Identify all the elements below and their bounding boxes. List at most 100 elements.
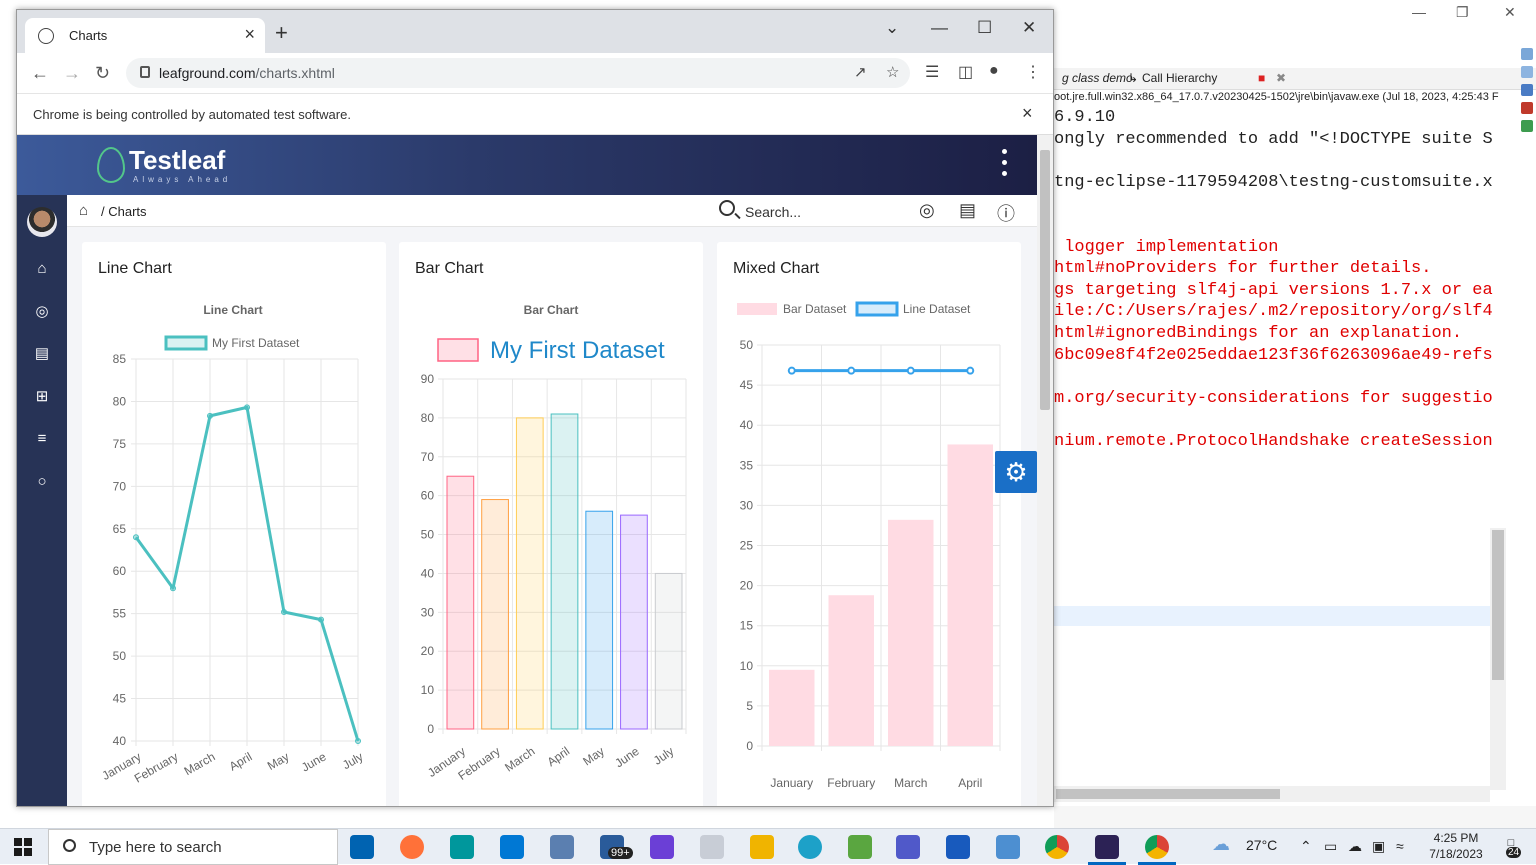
- terminate-icon[interactable]: ■: [1258, 71, 1265, 85]
- notification-center-icon[interactable]: □ 24: [1500, 837, 1522, 858]
- circle-nav-icon[interactable]: ○: [32, 472, 52, 492]
- firefox-icon[interactable]: [400, 835, 424, 859]
- show-hidden-icons[interactable]: ⌃: [1300, 838, 1312, 855]
- reload-button[interactable]: ↻: [95, 63, 110, 84]
- display-icon[interactable]: ▣: [1372, 838, 1385, 855]
- console-line: html#noProviders for further details.: [1054, 259, 1432, 279]
- battery-icon[interactable]: ▭: [1324, 838, 1337, 855]
- laptop-icon[interactable]: [550, 835, 574, 859]
- hierarchy-icon[interactable]: [1521, 120, 1533, 132]
- language-globe-icon[interactable]: ◎: [919, 200, 935, 221]
- teams-icon[interactable]: [896, 835, 920, 859]
- ide-tab-class-demo[interactable]: g class demo: [1062, 71, 1133, 85]
- store-icon[interactable]: [350, 835, 374, 859]
- kebab-menu-icon[interactable]: [1002, 149, 1008, 182]
- document-icon[interactable]: [700, 835, 724, 859]
- breadcrumb-home-icon[interactable]: ⌂: [79, 202, 88, 219]
- legend-label: My First Dataset: [212, 336, 300, 350]
- junit-icon[interactable]: [1521, 102, 1533, 114]
- maximize-button[interactable]: ☐: [977, 18, 992, 38]
- search-icon[interactable]: [719, 200, 735, 216]
- logo-tagline: Always Ahead: [133, 175, 232, 184]
- tab-search-chevron-icon[interactable]: ⌄: [885, 18, 899, 38]
- globe-nav-icon[interactable]: ◎: [32, 302, 52, 322]
- legend-swatch: [437, 338, 479, 362]
- app2-icon[interactable]: [650, 835, 674, 859]
- avatar[interactable]: [27, 207, 57, 237]
- ide-horizontal-scrollbar[interactable]: [1054, 786, 1490, 802]
- search-input[interactable]: [745, 201, 895, 223]
- settings-gear-icon[interactable]: ⚙: [995, 451, 1037, 493]
- share-icon[interactable]: ↗: [854, 63, 867, 81]
- y-tick-label: 20: [740, 579, 754, 593]
- scrollbar-thumb[interactable]: [1040, 150, 1050, 410]
- ide-minimize-button[interactable]: —: [1412, 4, 1426, 20]
- y-tick-label: 50: [113, 649, 127, 663]
- page-scrollbar[interactable]: [1037, 135, 1053, 806]
- app-icon[interactable]: [500, 835, 524, 859]
- chrome-window: Charts × + ⌄ — ☐ ✕ ← → ↻ leafground.com/…: [16, 9, 1054, 807]
- console-line: 6.9.10: [1054, 108, 1116, 127]
- app4-icon[interactable]: [996, 835, 1020, 859]
- new-tab-button[interactable]: +: [275, 20, 288, 46]
- omnibox[interactable]: leafground.com/charts.xhtml ↗ ☆: [126, 58, 910, 88]
- breadcrumb: ⌂ / Charts ◎ ▤ ⓘ: [67, 195, 1037, 227]
- x-tick-label: May: [265, 749, 292, 772]
- bookmark-star-icon[interactable]: ☆: [886, 63, 899, 81]
- word-icon[interactable]: [946, 835, 970, 859]
- console-icon[interactable]: [1521, 84, 1533, 96]
- selected-row: [1054, 606, 1490, 626]
- ide-restore-button[interactable]: ❐: [1456, 4, 1469, 21]
- help-icon[interactable]: ⓘ: [997, 200, 1015, 226]
- tasks-icon[interactable]: [1521, 66, 1533, 78]
- app3-icon[interactable]: [848, 835, 872, 859]
- chrome-icon[interactable]: [1045, 835, 1069, 859]
- tab-charts[interactable]: Charts ×: [25, 18, 265, 53]
- edge-icon[interactable]: [798, 835, 822, 859]
- minimize-button[interactable]: —: [931, 18, 948, 38]
- forward-button[interactable]: →: [63, 63, 81, 84]
- grid-nav-icon[interactable]: ⊞: [32, 387, 52, 407]
- profile-icon[interactable]: ●: [989, 62, 999, 80]
- ide-close-button[interactable]: ✕: [1504, 4, 1516, 21]
- call-hierarchy-icon[interactable]: ↳: [1128, 71, 1138, 85]
- side-panel-icon[interactable]: ◫: [958, 62, 973, 82]
- console-line: tng-eclipse-1179594208\testng-customsuit…: [1054, 172, 1493, 192]
- menu-lines-icon[interactable]: ≡: [32, 429, 52, 449]
- list-nav-icon[interactable]: ▤: [32, 344, 52, 364]
- wifi-icon[interactable]: ≈: [1396, 838, 1404, 854]
- tab-title: Charts: [69, 28, 108, 43]
- url-text: leafground.com/charts.xhtml: [159, 65, 335, 81]
- weather-cloud-icon[interactable]: ☁: [1212, 834, 1230, 855]
- home-icon[interactable]: ⌂: [32, 259, 52, 279]
- y-tick-label: 20: [421, 644, 435, 658]
- mixed-chart: Bar Dataset Line Dataset 0 5 10 15 20 25 30 35 40 4…: [737, 301, 1001, 790]
- outline-icon[interactable]: [1521, 48, 1533, 60]
- file-explorer-icon[interactable]: [750, 835, 774, 859]
- calendar-icon[interactable]: ▤: [959, 200, 976, 221]
- lock-icon[interactable]: [140, 66, 150, 78]
- close-window-button[interactable]: ✕: [1022, 18, 1036, 38]
- infobar-close-icon[interactable]: ×: [1022, 103, 1033, 124]
- temperature-text[interactable]: 27°C: [1246, 837, 1277, 853]
- tab-close-icon[interactable]: ×: [244, 24, 255, 45]
- data-point: [787, 366, 796, 375]
- logo-text[interactable]: Testleaf: [129, 145, 225, 176]
- media-controls-icon[interactable]: ☰: [925, 62, 939, 82]
- x-tick-label: May: [580, 744, 607, 768]
- back-button[interactable]: ←: [31, 63, 49, 84]
- taskbar-search-icon: [63, 839, 76, 852]
- windows-start-icon[interactable]: [14, 838, 32, 856]
- network-icon[interactable]: ☁: [1348, 838, 1362, 855]
- ide-tab-call-hierarchy[interactable]: Call Hierarchy: [1142, 71, 1217, 85]
- taskbar-search[interactable]: Type here to search: [48, 829, 338, 865]
- chrome-menu-icon[interactable]: ⋮: [1025, 62, 1041, 82]
- remove-launch-icon[interactable]: ✖: [1276, 71, 1286, 85]
- chrome-active-icon[interactable]: [1145, 835, 1169, 859]
- eclipse-icon[interactable]: [1095, 835, 1119, 859]
- ide-vertical-scrollbar[interactable]: [1490, 528, 1506, 790]
- clock[interactable]: 4:25 PM 7/18/2023: [1416, 830, 1496, 862]
- arduino-icon[interactable]: [450, 835, 474, 859]
